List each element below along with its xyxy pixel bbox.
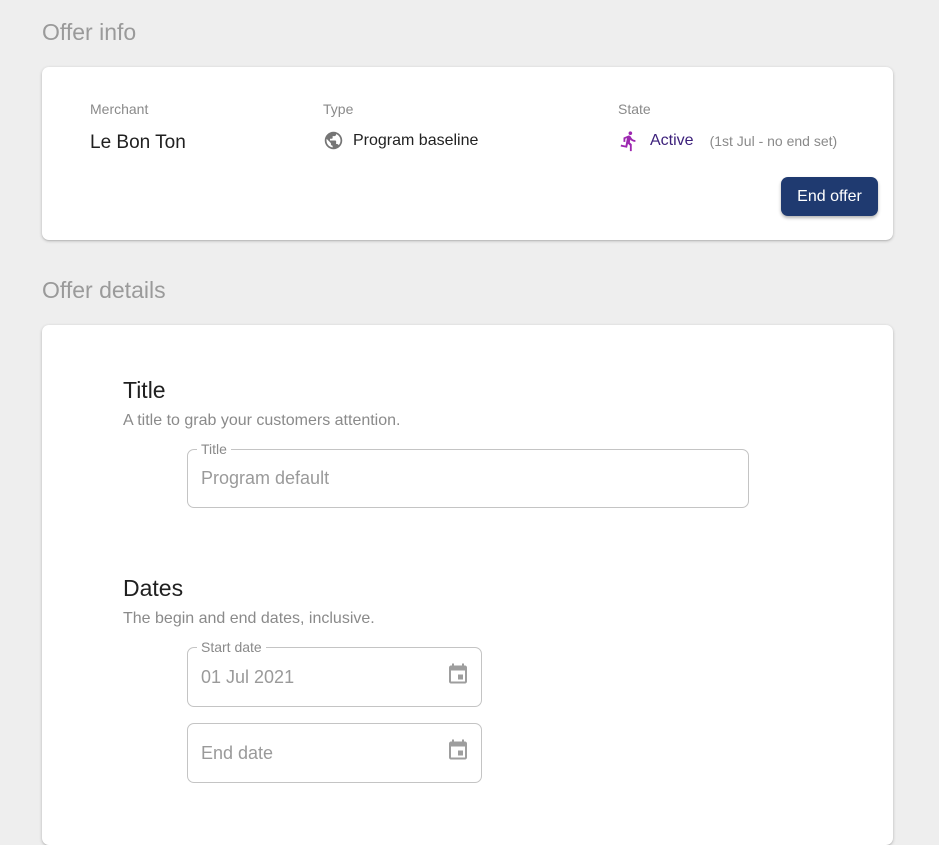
merchant-label: Merchant [90,101,149,117]
end-date-input[interactable] [201,724,431,782]
dates-section-description: The begin and end dates, inclusive. [123,610,375,627]
offer-details-card: Title A title to grab your customers att… [42,325,893,845]
type-value: Program baseline [353,131,479,149]
state-value: Active [650,132,694,149]
end-offer-button[interactable]: End offer [781,177,878,216]
running-person-icon [618,130,640,152]
title-field: Title [187,441,749,508]
dates-section-title: Dates [123,575,184,601]
globe-icon [323,130,344,151]
start-date-input[interactable] [201,648,431,706]
offer-info-card: Merchant Le Bon Ton Type Program baselin… [42,67,893,240]
title-input[interactable] [201,450,735,507]
calendar-icon[interactable] [446,739,470,768]
state-value-row: Active (1st Jul - no end set) [618,130,837,152]
state-column: State Active (1st Jul - no end set) [618,101,837,152]
offer-details-heading: Offer details [42,277,166,303]
offer-info-heading: Offer info [42,19,137,45]
title-section-title: Title [123,377,166,403]
state-note: (1st Jul - no end set) [709,133,838,149]
type-value-row: Program baseline [323,130,478,151]
merchant-value: Le Bon Ton [90,132,186,153]
merchant-column: Merchant Le Bon Ton [90,101,186,154]
state-label: State [618,101,651,117]
type-label: Type [323,101,354,117]
title-section-description: A title to grab your customers attention… [123,412,401,429]
start-date-field: Start date [187,639,482,707]
calendar-icon[interactable] [446,663,470,692]
type-column: Type Program baseline [323,101,478,151]
end-date-field [187,723,482,783]
